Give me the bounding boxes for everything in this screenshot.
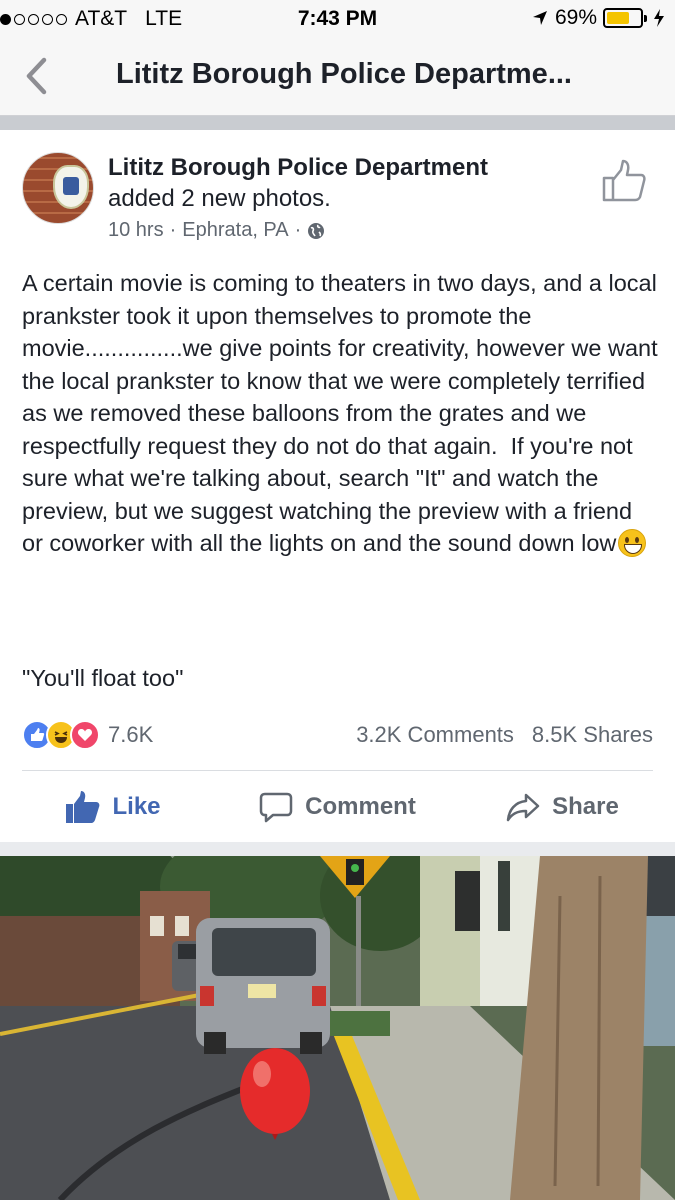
feed-separator xyxy=(0,842,675,856)
comment-icon xyxy=(259,792,293,822)
post-photo[interactable] xyxy=(0,856,675,1200)
share-button[interactable]: Share xyxy=(450,771,675,842)
back-chevron-icon xyxy=(26,57,47,95)
share-icon xyxy=(506,793,540,821)
post-card: Lititz Borough Police Department added 2… xyxy=(0,130,675,842)
navigation-bar: Lititz Borough Police Departme... xyxy=(0,38,675,116)
status-bar: AT&T LTE 7:43 PM 69% xyxy=(0,0,675,38)
comments-count-link[interactable]: 3.2K Comments xyxy=(356,722,514,748)
share-button-label: Share xyxy=(552,792,619,820)
like-page-button[interactable] xyxy=(601,158,647,204)
grinning-emoji-icon xyxy=(618,529,647,557)
reactions-count: 7.6K xyxy=(108,722,154,747)
post-quote: "You'll float too" xyxy=(22,665,184,691)
page-title: Lititz Borough Police Departme... xyxy=(116,58,572,90)
post-action-text: added 2 new photos. xyxy=(108,185,331,212)
meta-separator: · xyxy=(294,219,302,241)
thumbs-up-icon xyxy=(602,159,646,202)
street-scene-image xyxy=(0,856,675,1200)
location-arrow-icon xyxy=(532,11,547,25)
post-location[interactable]: Ephrata, PA xyxy=(182,219,288,242)
engagement-counts: 3.2K Comments 8.5K Shares xyxy=(356,722,653,748)
battery-fill xyxy=(607,12,630,24)
love-reaction-icon xyxy=(70,720,100,750)
post-meta: 10 hrs · Ephrata, PA · xyxy=(108,219,325,242)
charging-bolt-icon xyxy=(654,9,664,27)
post-actions: Like Comment Share xyxy=(0,771,675,842)
comment-button[interactable]: Comment xyxy=(225,771,450,842)
page-avatar[interactable] xyxy=(22,152,94,224)
like-button[interactable]: Like xyxy=(0,771,225,842)
battery-icon xyxy=(603,8,647,28)
post-body-text: A certain movie is coming to theaters in… xyxy=(22,270,665,556)
reactions-summary[interactable]: 7.6K xyxy=(22,720,153,750)
comment-button-label: Comment xyxy=(305,792,416,820)
globe-icon xyxy=(308,222,325,239)
thumbs-up-icon xyxy=(66,790,100,823)
post-body: A certain movie is coming to theaters in… xyxy=(22,267,658,560)
status-right: 69% xyxy=(531,6,665,30)
post-timestamp[interactable]: 10 hrs xyxy=(108,219,164,242)
feed-separator xyxy=(0,116,675,130)
back-button[interactable] xyxy=(18,54,54,98)
police-badge-icon xyxy=(53,165,89,209)
shares-count-link[interactable]: 8.5K Shares xyxy=(532,722,653,748)
page-name-link[interactable]: Lititz Borough Police Department xyxy=(108,154,488,182)
battery-percent: 69% xyxy=(554,6,597,29)
like-button-label: Like xyxy=(112,792,161,820)
meta-separator: · xyxy=(169,219,177,241)
